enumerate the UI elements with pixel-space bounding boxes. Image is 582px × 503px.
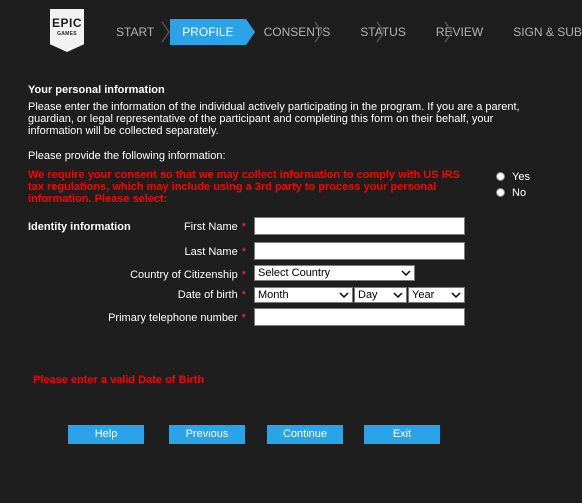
- step-sign-submit: SIGN & SUBMIT: [513, 25, 582, 39]
- dob-year-value: Year: [412, 289, 435, 301]
- error-message: Please enter a valid Date of Birth: [33, 374, 205, 386]
- consent-text: We require your consent so that we may c…: [28, 169, 460, 205]
- dob-month-value: Month: [258, 289, 289, 301]
- phone-input[interactable]: [254, 308, 465, 326]
- dob-day-select[interactable]: Day: [354, 287, 407, 303]
- country-select[interactable]: Select Country: [254, 265, 415, 281]
- dob-month-select[interactable]: Month: [254, 287, 353, 303]
- chevron-down-icon: [401, 270, 411, 277]
- first-name-input[interactable]: [254, 217, 465, 235]
- last-name-label: Last Name *: [185, 246, 246, 258]
- section-title: Your personal information: [28, 84, 165, 96]
- identity-heading: Identity information: [28, 221, 131, 233]
- step-start: START: [116, 25, 155, 39]
- help-button[interactable]: Help: [68, 425, 144, 444]
- exit-button[interactable]: Exit: [364, 425, 440, 444]
- last-name-input[interactable]: [254, 242, 465, 260]
- phone-label: Primary telephone number *: [108, 312, 246, 324]
- first-name-label-text: First Name: [183, 221, 238, 233]
- required-star: *: [241, 289, 246, 301]
- dob-day-value: Day: [358, 289, 378, 301]
- epic-games-logo: EPIC GAMES: [50, 9, 84, 52]
- step-profile: PROFILE: [170, 19, 255, 45]
- chevron-right-icon: [376, 21, 385, 43]
- step-review: REVIEW: [435, 25, 484, 39]
- required-star: *: [241, 221, 246, 233]
- last-name-label-text: Last Name: [184, 246, 238, 258]
- chevron-down-icon: [451, 292, 461, 299]
- progress-steps: START PROFILE CONSENTS STATUS REVIEW SIG…: [104, 19, 582, 45]
- dob-label: Date of birth *: [178, 289, 246, 301]
- intro-text: Please enter the information of the indi…: [28, 101, 520, 137]
- chevron-down-icon: [393, 292, 403, 299]
- chevron-right-icon: [161, 21, 170, 43]
- chevron-right-icon: [444, 21, 453, 43]
- dob-label-text: Date of birth: [177, 289, 238, 301]
- logo-line2: GAMES: [57, 31, 77, 37]
- chevron-right-icon: [314, 21, 323, 43]
- required-star: *: [241, 312, 246, 324]
- chevron-down-icon: [339, 292, 349, 299]
- logo-line1: EPIC: [51, 16, 82, 30]
- consent-no-radio[interactable]: [496, 188, 505, 197]
- consent-no-label: No: [512, 187, 527, 199]
- required-star: *: [241, 269, 246, 281]
- citizenship-label-text: Country of Citizenship: [130, 269, 238, 281]
- dob-year-select[interactable]: Year: [408, 287, 465, 303]
- phone-label-text: Primary telephone number: [108, 312, 238, 324]
- consent-yes-label: Yes: [512, 171, 530, 183]
- step-consents: CONSENTS: [263, 25, 331, 39]
- consent-yes-radio[interactable]: [496, 172, 505, 181]
- required-star: *: [241, 246, 246, 258]
- previous-button[interactable]: Previous: [169, 425, 245, 444]
- country-select-value: Select Country: [258, 267, 331, 279]
- provide-text: Please provide the following information…: [28, 150, 226, 162]
- continue-button[interactable]: Continue: [267, 425, 343, 444]
- citizenship-label: Country of Citizenship *: [130, 269, 246, 281]
- first-name-label: First Name *: [184, 221, 246, 233]
